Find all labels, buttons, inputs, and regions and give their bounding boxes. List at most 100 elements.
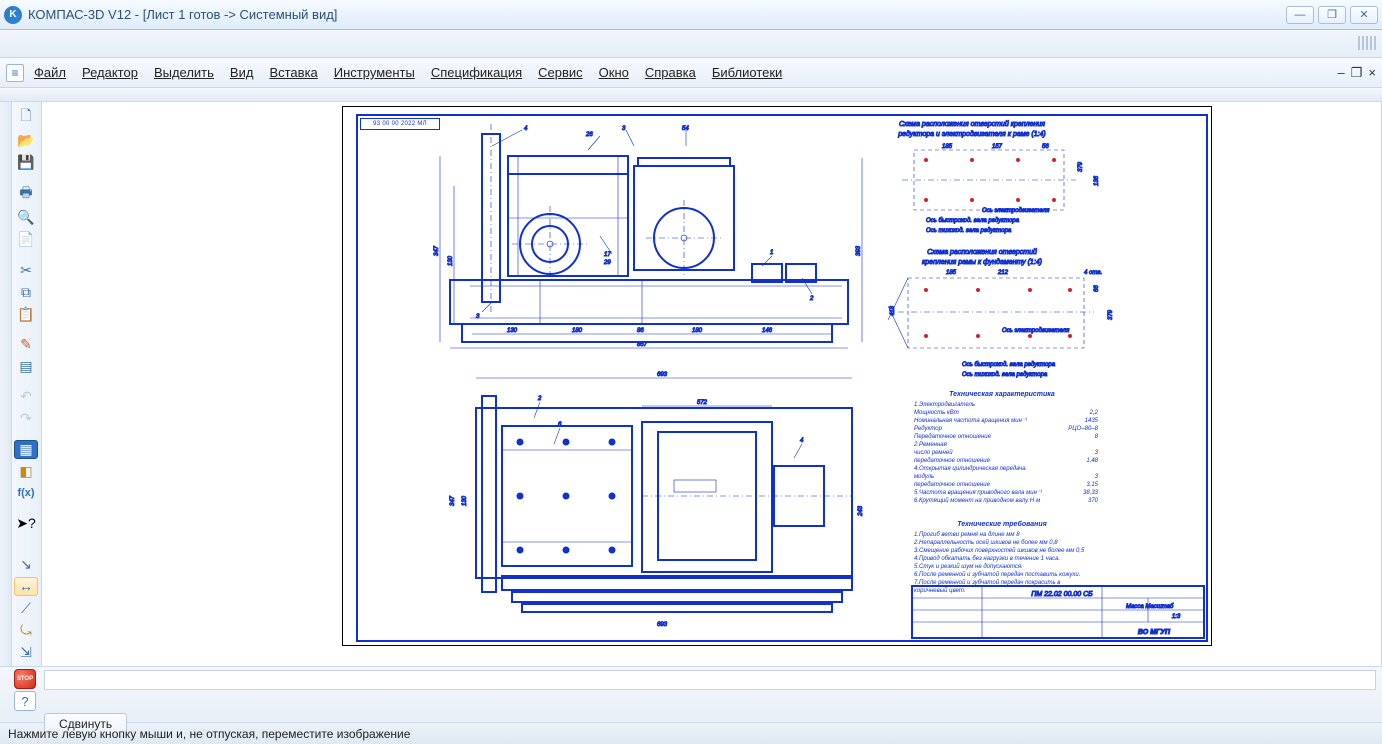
svg-text:56: 56 (1042, 144, 1049, 150)
print-icon[interactable]: 🖶 (14, 183, 38, 205)
menu-spec[interactable]: Спецификация (425, 61, 528, 84)
menu-libraries[interactable]: Библиотеки (706, 61, 788, 84)
svg-text:6.Крутящий момент на приводном: 6.Крутящий момент на приводном валу Н·м (914, 497, 1040, 504)
svg-text:6.После ременной и зубчатой пе: 6.После ременной и зубчатой передач пост… (914, 571, 1080, 578)
mdi-close-button[interactable]: × (1368, 65, 1376, 81)
svg-text:2: 2 (537, 396, 542, 402)
window-maximize-button[interactable]: ❐ (1318, 6, 1346, 24)
svg-text:130: 130 (448, 255, 454, 266)
menu-tools[interactable]: Инструменты (328, 61, 421, 84)
menu-insert[interactable]: Вставка (263, 61, 323, 84)
window-close-button[interactable]: ✕ (1350, 6, 1378, 24)
svg-text:157: 157 (992, 144, 1003, 150)
svg-text:857: 857 (637, 342, 648, 348)
menu-service[interactable]: Сервис (532, 61, 589, 84)
window-minimize-button[interactable]: — (1286, 6, 1314, 24)
svg-text:418: 418 (890, 305, 896, 316)
svg-text:Ось электродвигателя: Ось электродвигателя (1002, 328, 1070, 334)
svg-text:180: 180 (572, 328, 583, 334)
save-icon[interactable]: 💾 (14, 153, 38, 172)
mdi-minimize-button[interactable]: – (1338, 65, 1345, 81)
menu-editor[interactable]: Редактор (76, 61, 144, 84)
menubar: ≡ Файл Редактор Выделить Вид Вставка Инс… (0, 58, 1382, 88)
copy-icon[interactable]: ⧉ (14, 283, 38, 302)
svg-text:4: 4 (800, 438, 804, 444)
preview-icon[interactable]: 🔍 (14, 208, 38, 227)
svg-text:3: 3 (622, 126, 626, 132)
svg-text:693: 693 (657, 622, 668, 628)
command-input[interactable] (44, 670, 1376, 690)
svg-text:Ось электродвигателя: Ось электродвигателя (982, 208, 1050, 214)
arc-icon[interactable]: ⤿ (14, 621, 38, 640)
svg-text:180: 180 (692, 328, 703, 334)
svg-text:3.Смещение рабочих поверхносте: 3.Смещение рабочих поверхностей шкивов н… (914, 547, 1085, 554)
work-area: 🗋 📂 💾 🖶 🔍 📄 ✂ ⧉ 📋 ✎ ▤ ↶ ↷ ▦ ◧ f(x) ➤? ↘ … (0, 102, 1382, 666)
manager-icon[interactable]: ▦ (14, 440, 38, 459)
svg-text:38,33: 38,33 (1083, 490, 1099, 496)
paste-icon[interactable]: 📋 (14, 305, 38, 324)
document-icon[interactable]: 📄 (14, 230, 38, 249)
svg-text:Технические требования: Технические требования (957, 520, 1047, 528)
svg-text:146: 146 (762, 328, 773, 334)
svg-text:66: 66 (1094, 285, 1100, 292)
menu-help[interactable]: Справка (639, 61, 702, 84)
menu-window[interactable]: Окно (593, 61, 635, 84)
svg-text:393: 393 (856, 245, 862, 256)
svg-text:Мощность кВт: Мощность кВт (914, 410, 959, 416)
help-icon[interactable]: ? (14, 691, 36, 711)
svg-text:число ремней: число ремней (914, 449, 953, 456)
svg-text:4.Привод обкатать без нагрузки: 4.Привод обкатать без нагрузки в течение… (914, 556, 1060, 562)
svg-text:17: 17 (604, 252, 611, 258)
svg-text:1.Прогиб ветви ремня на длине: 1.Прогиб ветви ремня на длине мм 8 (914, 532, 1020, 538)
drawing-sheet: 93 00 00 2022 МЛ 857 130 (342, 106, 1212, 646)
dim-icon[interactable]: ⇲ (14, 643, 38, 662)
ruler-vertical (0, 102, 12, 666)
svg-text:3: 3 (476, 314, 480, 320)
fx-icon[interactable]: f(x) (14, 484, 38, 503)
segment-icon[interactable]: ⟋ (14, 599, 38, 618)
lib-icon[interactable]: ◧ (14, 462, 38, 481)
svg-text:Ось быстроход. вала редуктора: Ось быстроход. вала редуктора (962, 362, 1056, 368)
svg-text:1.Электродвигатель: 1.Электродвигатель (914, 402, 975, 408)
menu-file[interactable]: Файл (28, 61, 72, 84)
ruler-horizontal (0, 88, 1382, 102)
svg-text:1:3: 1:3 (1172, 614, 1181, 620)
properties-icon[interactable]: ▤ (14, 357, 38, 376)
svg-text:5.Стук и резкий шум не допуска: 5.Стук и резкий шум не допускаются. (914, 563, 1023, 570)
svg-text:модуль: модуль (914, 474, 934, 480)
svg-text:1,48: 1,48 (1086, 458, 1098, 464)
left-toolbar-1: 🗋 📂 💾 🖶 🔍 📄 ✂ ⧉ 📋 ✎ ▤ ↶ ↷ ▦ ◧ f(x) ➤? ↘ … (12, 102, 42, 666)
mdi-restore-button[interactable]: ❐ (1351, 65, 1363, 81)
grip-icon (1358, 36, 1376, 50)
move-tool-icon[interactable]: ↔ (14, 577, 38, 596)
redo-icon[interactable]: ↷ (14, 409, 38, 428)
undo-icon[interactable]: ↶ (14, 387, 38, 406)
svg-text:7.После ременной и зубчатой пе: 7.После ременной и зубчатой передач покр… (914, 579, 1060, 586)
app-icon: K (4, 6, 22, 24)
svg-text:136: 136 (1094, 175, 1100, 186)
open-icon[interactable]: 📂 (14, 131, 38, 150)
svg-text:212: 212 (997, 270, 1009, 276)
help-arrow-icon[interactable]: ➤? (14, 514, 38, 533)
svg-text:Номинальная частота вращения: Номинальная частота вращения мин⁻¹ (914, 418, 1027, 424)
svg-text:693: 693 (657, 372, 668, 378)
svg-text:2: 2 (809, 296, 814, 302)
menu-view[interactable]: Вид (224, 61, 260, 84)
line-icon[interactable]: ↘ (14, 555, 38, 574)
svg-text:Схема расположения отверстий: Схема расположения отверстий (927, 248, 1037, 256)
titlebar: K КОМПАС-3D V12 - [Лист 1 готов -> Систе… (0, 0, 1382, 30)
svg-text:коричневый цвет.: коричневый цвет. (914, 587, 965, 594)
svg-text:347: 347 (434, 245, 440, 256)
drawing-canvas[interactable]: 93 00 00 2022 МЛ 857 130 (42, 102, 1382, 666)
cut-icon[interactable]: ✂ (14, 261, 38, 280)
command-panel: STOP ? Сдвинуть (0, 666, 1382, 722)
brush-icon[interactable]: ✎ (14, 335, 38, 354)
svg-text:26: 26 (585, 132, 593, 138)
stop-button-icon[interactable]: STOP (14, 669, 36, 689)
menu-select[interactable]: Выделить (148, 61, 220, 84)
svg-text:2.Ременная: 2.Ременная (913, 442, 948, 448)
file-menu-icon[interactable]: ≡ (6, 64, 24, 82)
svg-text:ВО МГУП: ВО МГУП (1138, 629, 1171, 636)
new-icon[interactable]: 🗋 (14, 106, 38, 128)
svg-text:130: 130 (507, 328, 518, 334)
